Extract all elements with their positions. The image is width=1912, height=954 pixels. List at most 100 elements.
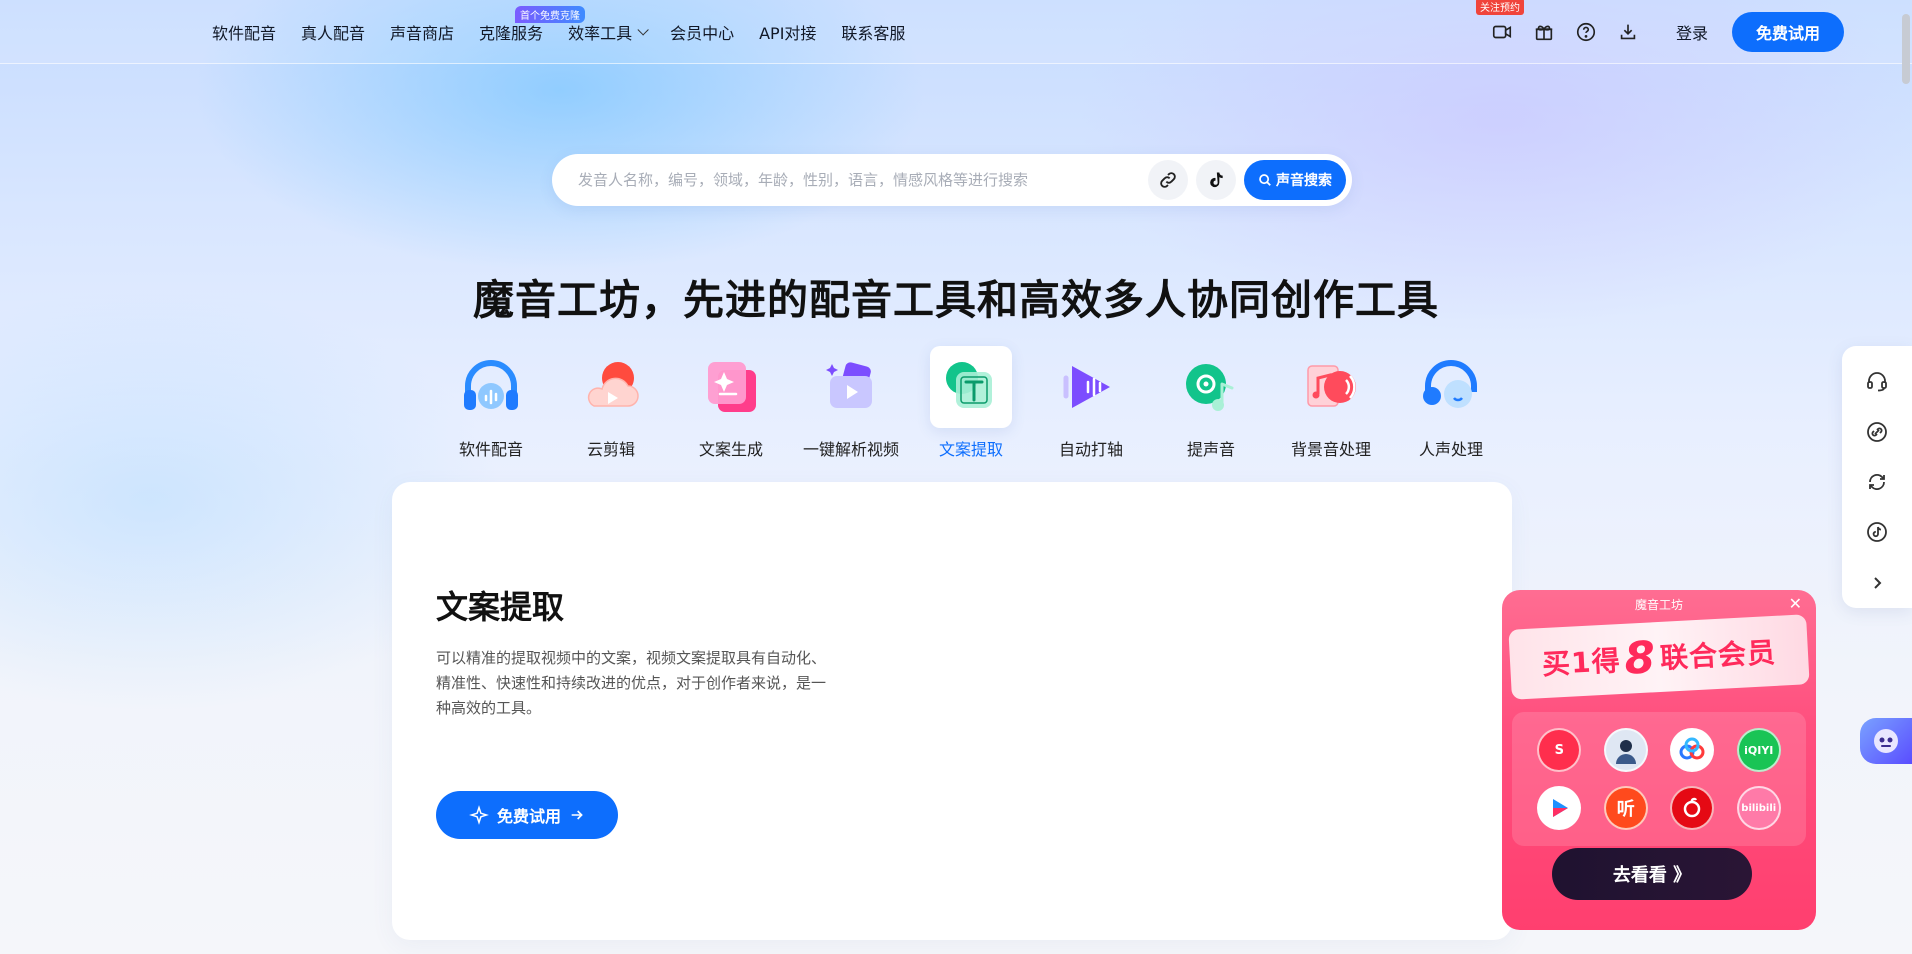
nav-item-label: 效率工具 xyxy=(568,24,633,43)
customer-service-button[interactable] xyxy=(1851,356,1903,406)
login-link[interactable]: 登录 xyxy=(1676,20,1708,44)
timeline-icon xyxy=(1063,366,1110,408)
feature-description: 可以精准的提取视频中的文案，视频文案提取具有自动化、精准性、快速性和持续改进的优… xyxy=(436,649,827,717)
nav-item-label: 会员中心 xyxy=(670,24,735,43)
refresh-icon xyxy=(1869,474,1885,490)
collapse-sidebar-button[interactable] xyxy=(1851,558,1903,608)
tool-extract-voice[interactable]: 提声音 xyxy=(1151,346,1271,460)
floating-sidebar xyxy=(1842,346,1912,608)
tiktok-icon xyxy=(1210,172,1223,188)
svip-logo-icon: S xyxy=(1537,728,1582,772)
sparkle-doc-icon xyxy=(708,362,756,412)
video-button[interactable]: 关注预约 xyxy=(1475,0,1524,46)
download-icon xyxy=(1620,24,1636,40)
chevron-down-icon xyxy=(637,24,649,36)
robot-icon xyxy=(1874,729,1898,753)
iqiyi-logo-icon: iQIYI xyxy=(1736,728,1781,772)
nav-item-label: 真人配音 xyxy=(301,24,366,43)
video-camera-icon xyxy=(1492,25,1512,39)
promo-brand: 魔音工坊 xyxy=(1634,597,1683,612)
nav-menu: 软件配音 真人配音 声音商店 首个免费克隆 克隆服务 效率工具 会员中心 API… xyxy=(212,0,930,64)
nav-item-label: 软件配音 xyxy=(212,24,277,43)
tool-text-extract[interactable]: 文案提取 xyxy=(911,346,1031,460)
tool-label: 软件配音 xyxy=(458,440,523,459)
tool-label: 文案提取 xyxy=(938,440,1003,459)
voice-headset-icon xyxy=(1423,360,1477,408)
headphones-icon xyxy=(464,360,518,410)
nav-item-software-dubbing[interactable]: 软件配音 xyxy=(212,20,276,44)
bilibili-logo-icon: bilibili xyxy=(1736,786,1781,830)
top-navigation: 软件配音 真人配音 声音商店 首个免费克隆 克隆服务 效率工具 会员中心 API… xyxy=(0,0,1912,64)
listen-logo-icon: 听 xyxy=(1603,786,1648,830)
scrollbar[interactable] xyxy=(1902,14,1910,84)
question-icon xyxy=(1576,22,1596,42)
feature-trial-button[interactable]: 免费试用 xyxy=(436,791,618,839)
tool-bg-music[interactable]: 背景音处理 xyxy=(1271,346,1391,460)
help-button[interactable] xyxy=(1572,18,1600,46)
cloud-play-icon xyxy=(587,362,639,407)
douyin-button[interactable] xyxy=(1851,507,1903,557)
tool-label: 自动打轴 xyxy=(1058,440,1123,459)
nav-item-voice-store[interactable]: 声音商店 xyxy=(390,20,454,44)
video-parse-icon xyxy=(826,362,872,408)
text-extract-icon xyxy=(946,362,992,408)
nav-item-clone-service[interactable]: 首个免费克隆 克隆服务 xyxy=(479,6,586,44)
partner-logo-grid: S iQIYI 听 bilibili xyxy=(1512,712,1806,846)
nav-item-member-center[interactable]: 会员中心 xyxy=(670,20,734,44)
nav-item-label: 联系客服 xyxy=(841,24,906,43)
vinyl-note-icon xyxy=(1186,364,1234,411)
feature-card: 文案提取 可以精准的提取视频中的文案，视频文案提取具有自动化、精准性、快速性和持… xyxy=(392,482,1512,940)
search-icon xyxy=(1259,174,1271,186)
nav-item-efficiency-tools[interactable]: 效率工具 xyxy=(568,20,649,44)
close-icon[interactable]: ✕ xyxy=(1789,594,1802,613)
tool-label: 人声处理 xyxy=(1418,440,1483,459)
netease-music-logo-icon xyxy=(1670,786,1715,830)
tool-auto-timeline[interactable]: 自动打轴 xyxy=(1031,346,1151,460)
chevron-right-icon xyxy=(1874,577,1882,589)
voice-search-button[interactable]: 声音搜索 xyxy=(1244,160,1346,200)
tool-video-parse[interactable]: 一键解析视频 xyxy=(791,346,911,460)
tool-voice-processing[interactable]: 人声处理 xyxy=(1391,346,1511,460)
tool-cloud-edit[interactable]: 云剪辑 xyxy=(551,346,671,460)
promo-go-button[interactable]: 去看看 》 xyxy=(1552,848,1752,900)
ai-assistant-button[interactable] xyxy=(1860,718,1912,764)
sync-button[interactable] xyxy=(1851,457,1903,507)
baidu-netdisk-logo-icon xyxy=(1670,728,1715,772)
promo-headline: 买1得 8 联合会员 xyxy=(1508,614,1810,700)
tool-label: 文案生成 xyxy=(698,440,763,459)
promo-headline-post: 联合会员 xyxy=(1659,635,1777,675)
headset-icon xyxy=(1867,372,1887,392)
nav-item-human-dubbing[interactable]: 真人配音 xyxy=(301,20,365,44)
avatar-logo-icon xyxy=(1603,728,1648,772)
download-button[interactable] xyxy=(1614,18,1642,46)
promo-headline-number: 8 xyxy=(1623,631,1658,685)
arrow-right-icon xyxy=(571,810,583,820)
sparkle-icon xyxy=(469,805,489,825)
link-search-button[interactable] xyxy=(1148,160,1188,200)
feature-title: 文案提取 xyxy=(436,588,565,626)
link-circle-icon xyxy=(1867,421,1887,442)
nav-item-label: 声音商店 xyxy=(390,24,455,43)
tool-copy-generation[interactable]: 文案生成 xyxy=(671,346,791,460)
tool-label: 一键解析视频 xyxy=(802,440,899,459)
hero-title: 魔音工坊，先进的配音工具和高效多人协同创作工具 xyxy=(473,276,1439,324)
tool-label: 背景音处理 xyxy=(1290,440,1371,459)
search-input[interactable] xyxy=(578,171,1148,189)
tool-list: 软件配音 云剪辑 文案生成 一键解析视频 文案提取 自动打轴 提声音 背景音处理… xyxy=(431,346,1511,460)
promo-headline-pre: 买1得 xyxy=(1541,644,1622,682)
nav-item-label: API对接 xyxy=(759,24,817,43)
free-trial-button[interactable]: 免费试用 xyxy=(1731,12,1844,52)
douyin-search-button[interactable] xyxy=(1196,160,1236,200)
follow-badge: 关注预约 xyxy=(1475,0,1524,15)
membership-promo: 魔音工坊 ✕ 买1得 8 联合会员 S iQIYI 听 bilibili 去看看 》 xyxy=(1502,590,1816,930)
feature-trial-label: 免费试用 xyxy=(496,807,561,826)
gift-icon xyxy=(1535,25,1553,41)
tiktok-circle-icon xyxy=(1867,522,1887,543)
tool-software-dubbing[interactable]: 软件配音 xyxy=(431,346,551,460)
gift-button[interactable] xyxy=(1530,18,1558,46)
search-button-label: 声音搜索 xyxy=(1276,173,1332,189)
nav-item-contact[interactable]: 联系客服 xyxy=(841,20,905,44)
tool-label: 提声音 xyxy=(1186,440,1235,459)
link-parse-button[interactable] xyxy=(1851,406,1903,456)
nav-item-api[interactable]: API对接 xyxy=(759,20,816,44)
